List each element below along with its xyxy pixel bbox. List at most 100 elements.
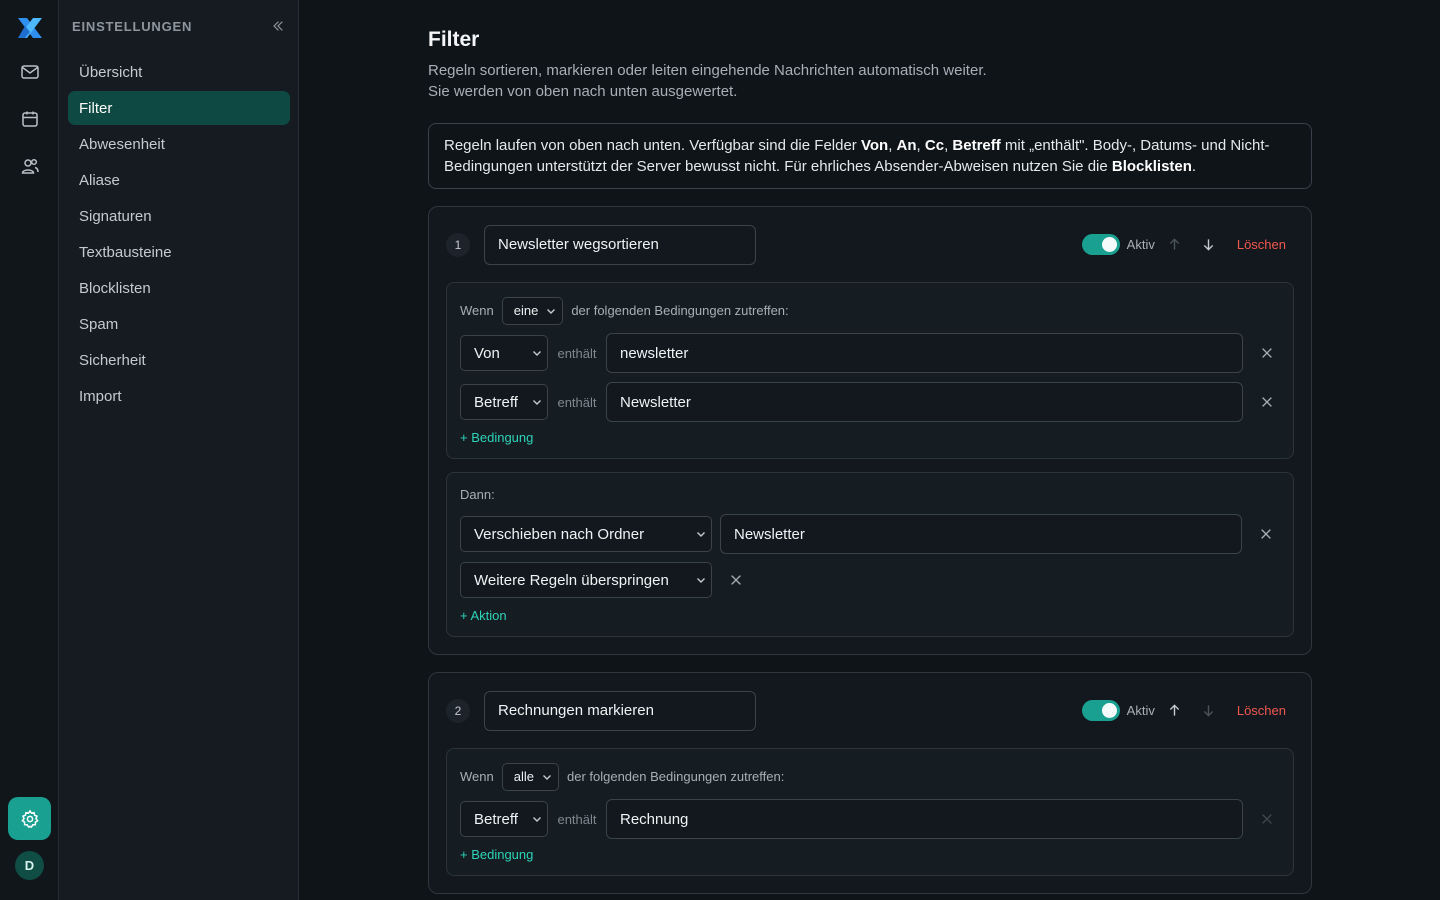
nav-item-spam[interactable]: Spam (68, 307, 290, 341)
move-up-arrow-icon (1165, 235, 1185, 255)
condition-field-select[interactable]: Betreff (460, 384, 548, 420)
page-subtitle-line-2: Sie werden von oben nach unten ausgewert… (428, 83, 738, 100)
actions-block: Dann: Verschieben nach Ordner Newsletter… (446, 472, 1294, 637)
notice-field-betreff: Betreff (952, 137, 1001, 154)
notice-text: Regeln laufen von oben nach unten. Verfü… (444, 137, 861, 154)
then-line: Dann: (460, 486, 1280, 502)
match-mode-value: eine (513, 303, 539, 318)
conditions-block: Wenn alle der folgenden Bedingungen zutr… (446, 748, 1294, 876)
remove-action-icon[interactable] (728, 572, 744, 588)
nav-item-sicherheit[interactable]: Sicherheit (68, 343, 290, 377)
action-row: Verschieben nach Ordner Newsletter (460, 514, 1280, 554)
chevron-down-icon (542, 774, 551, 780)
rule-active-label: Aktiv (1126, 703, 1155, 718)
remove-action-icon[interactable] (1258, 526, 1274, 542)
condition-field-select[interactable]: Von (460, 335, 548, 371)
nav-item-blocklisten[interactable]: Blocklisten (68, 271, 290, 305)
action-type-value: Verschieben nach Ordner (474, 525, 645, 543)
info-notice: Regeln laufen von oben nach unten. Verfü… (428, 123, 1312, 189)
nav-item-signaturen[interactable]: Signaturen (68, 199, 290, 233)
notice-blocklisten-link[interactable]: Blocklisten (1112, 158, 1192, 175)
condition-field-value: Betreff (474, 810, 518, 828)
chevron-down-icon (533, 351, 541, 356)
remove-condition-icon (1259, 811, 1275, 827)
move-down-arrow-icon[interactable] (1199, 235, 1219, 255)
chevron-down-icon (533, 400, 541, 405)
rule-name-input[interactable]: Newsletter wegsortieren (484, 224, 756, 265)
match-mode-select[interactable]: alle (501, 762, 559, 791)
contains-label: enthält (557, 345, 597, 361)
action-type-select[interactable]: Weitere Regeln überspringen (460, 562, 712, 598)
condition-field-value: Betreff (474, 393, 518, 411)
rule-header: 2 Rechnungen markieren Aktiv Löschen (446, 690, 1294, 731)
rule-name-input[interactable]: Rechnungen markieren (484, 690, 756, 731)
user-avatar[interactable]: D (15, 851, 44, 880)
condition-field-select[interactable]: Betreff (460, 801, 548, 837)
notice-field-an: An (896, 137, 917, 154)
nav-item-aliase[interactable]: Aliase (68, 163, 290, 197)
app-rail: D (0, 0, 59, 900)
rule-active-label: Aktiv (1126, 237, 1155, 252)
add-condition-button[interactable]: + Bedingung (460, 847, 1280, 863)
condition-field-value: Von (474, 344, 500, 362)
sidebar-header: EINSTELLUNGEN (72, 17, 286, 35)
condition-row: Betreff enthält Newsletter (460, 382, 1280, 422)
sidebar-title: EINSTELLUNGEN (72, 18, 193, 34)
nav-item-import[interactable]: Import (68, 379, 290, 413)
nav-item-textbausteine[interactable]: Textbausteine (68, 235, 290, 269)
settings-sidebar: EINSTELLUNGEN Übersicht Filter Abwesenhe… (59, 0, 299, 900)
calendar-icon[interactable] (8, 97, 51, 140)
page-subtitle-line-1: Regeln sortieren, markieren oder leiten … (428, 62, 987, 79)
target-folder-input[interactable]: Newsletter (720, 514, 1242, 554)
chevron-down-icon (697, 532, 705, 537)
rule-active-toggle[interactable] (1081, 234, 1120, 255)
app-logo-icon[interactable] (15, 14, 45, 42)
condition-value-input[interactable]: Rechnung (606, 799, 1243, 839)
filter-rule-card: 2 Rechnungen markieren Aktiv Löschen Wen… (428, 672, 1312, 894)
rule-header: 1 Newsletter wegsortieren Aktiv Löschen (446, 224, 1294, 265)
match-mode-select[interactable]: eine (501, 296, 564, 325)
conditions-block: Wenn eine der folgenden Bedingungen zutr… (446, 282, 1294, 459)
action-type-value: Weitere Regeln überspringen (474, 571, 669, 589)
remove-condition-icon[interactable] (1259, 394, 1275, 410)
page-subtitle: Regeln sortieren, markieren oder leiten … (428, 60, 1312, 102)
notice-sep: , (916, 137, 925, 154)
mail-icon[interactable] (8, 50, 51, 93)
chevron-down-icon (533, 817, 541, 822)
condition-row: Von enthält newsletter (460, 333, 1280, 373)
delete-rule-button[interactable]: Löschen (1237, 703, 1286, 718)
notice-field-cc: Cc (924, 137, 945, 154)
contacts-icon[interactable] (8, 144, 51, 187)
conditions-suffix: der folgenden Bedingungen zutreffen: (566, 769, 785, 784)
then-label: Dann: (460, 486, 495, 502)
notice-field-von: Von (860, 137, 889, 154)
nav-item-uebersicht[interactable]: Übersicht (68, 55, 290, 89)
collapse-sidebar-icon[interactable] (270, 18, 286, 34)
move-up-arrow-icon[interactable] (1165, 701, 1185, 721)
delete-rule-button[interactable]: Löschen (1237, 237, 1286, 252)
filter-page: Filter Regeln sortieren, markieren oder … (428, 28, 1312, 894)
nav-item-abwesenheit[interactable]: Abwesenheit (68, 127, 290, 161)
filter-rule-card: 1 Newsletter wegsortieren Aktiv Löschen (428, 206, 1312, 655)
rule-active-toggle[interactable] (1081, 700, 1120, 721)
settings-nav: Übersicht Filter Abwesenheit Aliase Sign… (68, 55, 290, 415)
rule-controls: Aktiv Löschen (1081, 233, 1294, 257)
rule-controls: Aktiv Löschen (1081, 699, 1294, 723)
match-mode-value: alle (513, 769, 534, 784)
rule-number: 2 (446, 698, 470, 723)
action-type-select[interactable]: Verschieben nach Ordner (460, 516, 712, 552)
settings-gear-icon[interactable] (8, 797, 51, 840)
condition-row: Betreff enthält Rechnung (460, 799, 1280, 839)
contains-label: enthält (557, 811, 597, 827)
rule-number: 1 (446, 232, 470, 257)
remove-condition-icon[interactable] (1259, 345, 1275, 361)
nav-item-filter[interactable]: Filter (68, 91, 290, 125)
chevron-down-icon (697, 578, 705, 583)
condition-value-input[interactable]: newsletter (606, 333, 1243, 373)
condition-value-input[interactable]: Newsletter (606, 382, 1243, 422)
add-condition-button[interactable]: + Bedingung (460, 430, 1280, 446)
main-content: Filter Regeln sortieren, markieren oder … (300, 0, 1440, 900)
action-row: Weitere Regeln überspringen (460, 562, 1280, 598)
add-action-button[interactable]: + Aktion (460, 608, 1280, 624)
notice-text: . (1191, 158, 1197, 175)
